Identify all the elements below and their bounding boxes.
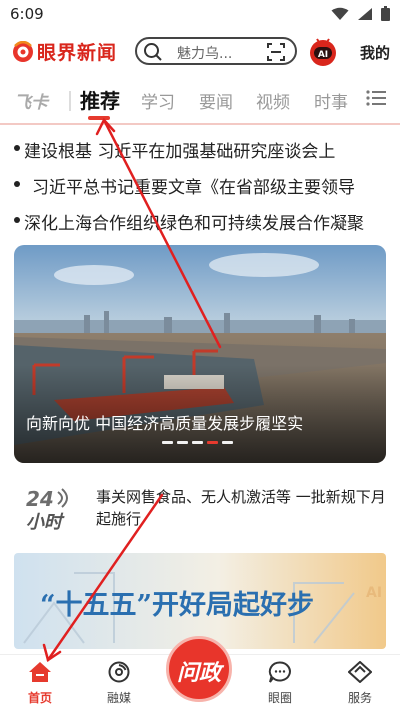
pagination-dot	[162, 441, 173, 444]
chat-bubble-icon	[268, 661, 291, 683]
nav-media[interactable]: 融媒	[89, 661, 149, 706]
headline-list: 建设根基 习近平在加强基础研究座谈会上 习近平总书记重要文章《在省部级主要领导 …	[0, 130, 400, 238]
pagination-dot	[222, 441, 233, 444]
battery-icon	[381, 6, 390, 21]
service-diamond-icon	[347, 660, 373, 684]
headline-text: 深化上海合作组织绿色和可持续发展合作凝聚	[24, 214, 364, 234]
nav-service-label: 服务	[347, 691, 372, 705]
ai-badge-text: AI	[318, 50, 328, 60]
headline-text: 建设根基 习近平在加强基础研究座谈会上	[24, 142, 336, 162]
bullet	[14, 145, 20, 151]
nav-home-label: 首页	[27, 691, 52, 705]
headline-item[interactable]: 建设根基 习近平在加强基础研究座谈会上	[0, 130, 400, 166]
bullet	[14, 181, 20, 187]
tab-separator	[0, 123, 400, 125]
channel-tab-bar: 飞卡 推荐 学习 要闻 视频 时事	[0, 80, 400, 120]
media-disc-icon	[108, 661, 130, 683]
app-name: 眼界新闻	[37, 42, 118, 64]
nav-home[interactable]: 首页	[10, 661, 70, 706]
pagination-dot	[192, 441, 203, 444]
logo-mark-icon	[13, 40, 33, 62]
nav-circle[interactable]: 眼圈	[250, 661, 310, 706]
promo-banner[interactable]: AI “十五五”开好局起好步	[14, 553, 386, 649]
tab-divider	[69, 91, 71, 111]
bullet	[14, 217, 20, 223]
promo-watermark: AI	[366, 585, 382, 601]
nav-media-label: 融媒	[106, 691, 131, 705]
news-24h-text: 事关网售食品、无人机激活等 一批新规下月起施行	[96, 488, 386, 528]
headline-text: 习近平总书记重要文章《在省部级主要领导	[32, 178, 355, 198]
status-time: 6:09	[10, 5, 44, 23]
scan-icon[interactable]	[267, 43, 285, 61]
channel-menu-icon[interactable]	[366, 90, 386, 106]
nav-wenzheng-button[interactable]: 问政	[166, 636, 232, 702]
news-24h-item[interactable]: 24 小时 事关网售食品、无人机激活等 一批新规下月起施行	[0, 480, 400, 540]
status-icons	[331, 6, 390, 21]
tab-current-affairs[interactable]: 时事	[314, 88, 348, 113]
wifi-icon	[331, 7, 349, 20]
featured-banner[interactable]: 向新向优 中国经济高质量发展步履坚实	[14, 245, 386, 463]
banner-pagination	[162, 441, 233, 444]
pagination-dot	[177, 441, 188, 444]
nav-service[interactable]: 服务	[330, 660, 390, 706]
tab-study[interactable]: 学习	[141, 88, 175, 113]
news24-logo-number: 24	[26, 487, 54, 511]
signal-icon	[358, 7, 372, 20]
tab-video[interactable]: 视频	[256, 88, 290, 113]
status-bar: 6:09	[0, 0, 400, 30]
nav-circle-label: 眼圈	[267, 691, 292, 705]
search-icon	[144, 43, 162, 61]
nav-wenzheng-label: 问政	[176, 661, 221, 686]
pagination-dot-active	[207, 441, 218, 444]
promo-title: “十五五”开好局起好步	[40, 590, 315, 621]
news24-logo-label: 小时	[26, 512, 65, 532]
app-header: 眼界新闻 魅力乌... AI 我的	[0, 30, 400, 74]
mine-button[interactable]: 我的	[360, 42, 390, 63]
search-placeholder: 魅力乌...	[177, 46, 233, 62]
banner-caption: 向新向优 中国经济高质量发展步履坚实	[26, 414, 304, 433]
search-input[interactable]: 魅力乌...	[135, 37, 297, 65]
app-logo: 眼界新闻	[12, 38, 117, 65]
ai-assistant-icon[interactable]: AI	[307, 36, 339, 68]
tab-feika[interactable]: 飞卡	[14, 88, 48, 113]
headline-item[interactable]: 习近平总书记重要文章《在省部级主要领导	[0, 166, 400, 202]
active-tab-indicator	[88, 116, 110, 120]
news-24h-logo: 24 小时	[26, 487, 68, 532]
headline-item[interactable]: 深化上海合作组织绿色和可持续发展合作凝聚	[0, 202, 400, 238]
home-icon	[29, 662, 51, 682]
tab-headlines[interactable]: 要闻	[199, 88, 233, 113]
tab-recommend[interactable]: 推荐	[80, 85, 120, 114]
